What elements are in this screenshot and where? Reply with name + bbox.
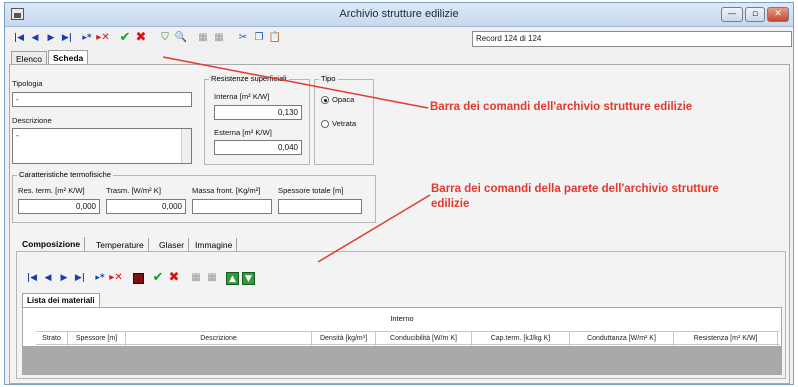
annotation-archive-toolbar: Barra dei comandi dell'archivio struttur… xyxy=(430,101,693,113)
annotation-line-archive xyxy=(162,56,429,109)
annotation-line-wall xyxy=(317,194,431,263)
annotation-wall-toolbar-line2: edilizie xyxy=(431,198,470,210)
annotation-wall-toolbar-line1: Barra dei comandi della parete dell'arch… xyxy=(431,183,719,195)
